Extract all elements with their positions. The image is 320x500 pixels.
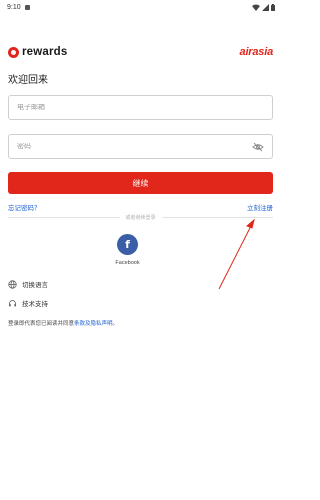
divider-line-left [8, 216, 120, 218]
brand-text: rewards [22, 46, 68, 58]
terms-prefix: 登录即代表您已阅读并同意 [8, 321, 75, 327]
battery-icon [271, 3, 275, 11]
facebook-label: Facebook [115, 260, 140, 266]
signal-icon [262, 3, 269, 11]
terms-suffix: 。 [112, 321, 119, 327]
divider-line-right [161, 216, 274, 218]
support-item[interactable]: 技术支持 [8, 298, 48, 308]
rewards-icon [8, 46, 19, 58]
rewards-logo: rewards [8, 46, 68, 58]
language-label: 切换语言 [22, 282, 48, 289]
link-row: 忘记密码？ 立刻注册 [8, 202, 273, 212]
continue-button[interactable]: 继续 [8, 172, 273, 194]
facebook-login-button[interactable]: f [117, 234, 138, 255]
support-label: 技术支持 [22, 301, 48, 308]
status-time: 9:10 [7, 3, 21, 11]
header: rewards airasia [8, 44, 273, 60]
password-field-container[interactable] [8, 134, 273, 159]
globe-icon [8, 279, 17, 289]
language-switch[interactable]: 切换语言 [8, 279, 48, 289]
status-bar: 9:10 [0, 0, 281, 14]
forgot-password-link[interactable]: 忘记密码？ [8, 202, 41, 212]
facebook-icon: f [125, 238, 130, 251]
wifi-icon [252, 4, 260, 11]
notification-icon [24, 4, 30, 10]
page-title: 欢迎回来 [8, 75, 48, 86]
eye-off-icon[interactable] [252, 141, 264, 153]
headset-icon [9, 299, 16, 306]
signup-link[interactable]: 立刻注册 [247, 202, 273, 212]
divider: 或者继续登录 [8, 213, 274, 221]
email-field[interactable] [17, 104, 264, 111]
airasia-logo: airasia [239, 46, 274, 58]
terms-text: 登录即代表您已阅读并同意条款及隐私声明。 [8, 319, 118, 327]
terms-link[interactable]: 条款及隐私声明 [74, 321, 113, 327]
email-field-container[interactable] [8, 95, 273, 120]
password-field[interactable] [17, 143, 252, 150]
divider-text: 或者继续登录 [125, 214, 156, 221]
